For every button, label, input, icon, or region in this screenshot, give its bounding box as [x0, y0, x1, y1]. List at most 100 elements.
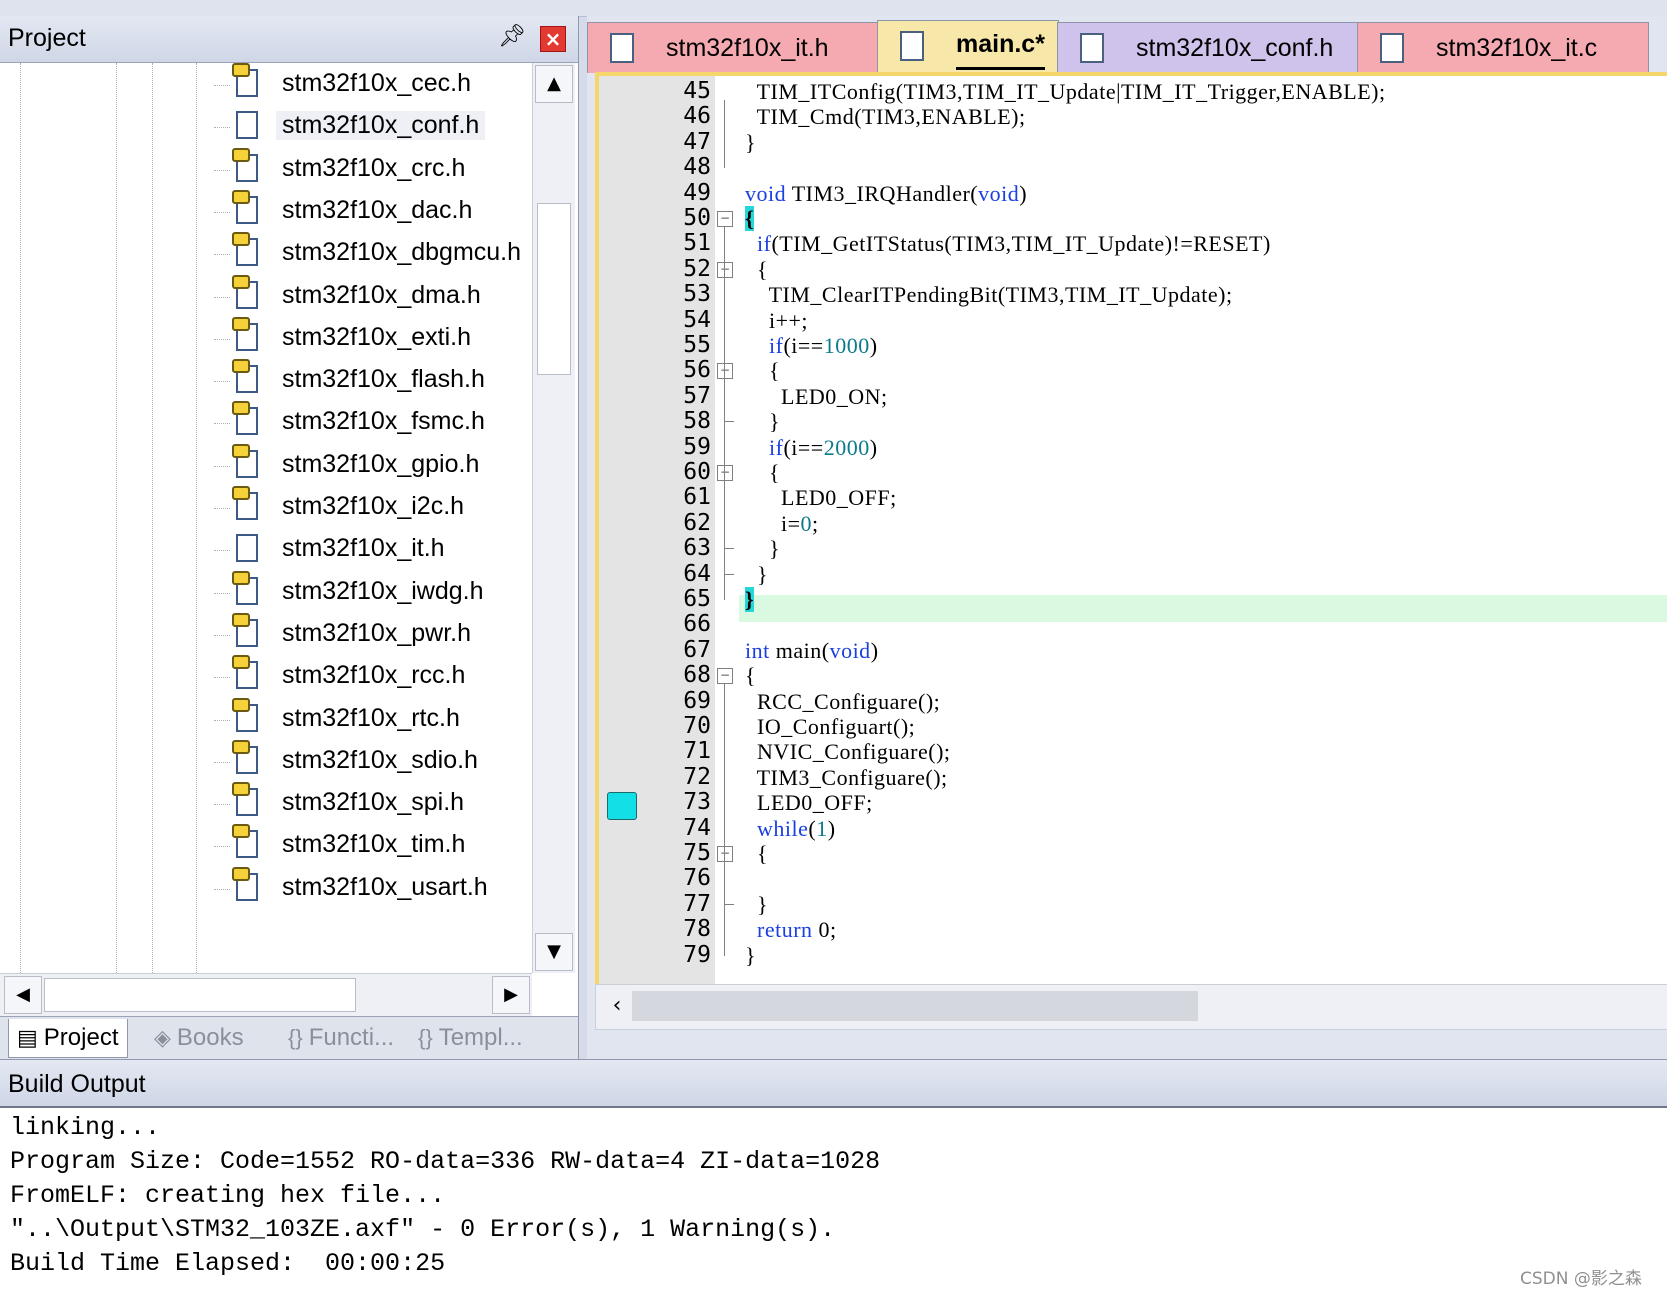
tree-item[interactable]: stm32f10x_cec.h	[214, 63, 530, 107]
code-line[interactable]: int main(void)	[745, 638, 879, 664]
books-icon: ◈	[154, 1025, 171, 1050]
scroll-up-icon[interactable]: ▲	[535, 65, 573, 103]
tree-item[interactable]: stm32f10x_fsmc.h	[214, 401, 530, 445]
code-line[interactable]: TIM_ITConfig(TIM3,TIM_IT_Update|TIM_IT_T…	[745, 79, 1386, 105]
tree-item[interactable]: stm32f10x_i2c.h	[214, 486, 530, 530]
tree-item[interactable]: stm32f10x_dma.h	[214, 274, 530, 319]
code-line[interactable]: LED0_OFF;	[745, 485, 897, 511]
tab-books[interactable]: ◈ Books	[146, 1019, 252, 1057]
tab-stm32f10x-conf-h[interactable]: stm32f10x_conf.h	[1057, 22, 1359, 73]
code-line[interactable]: }	[745, 943, 756, 969]
tree-item[interactable]: stm32f10x_rcc.h	[214, 655, 530, 699]
scroll-thumb[interactable]	[632, 991, 1198, 1021]
tree-item[interactable]: stm32f10x_tim.h	[214, 824, 530, 868]
scroll-down-icon[interactable]: ▼	[535, 933, 573, 971]
fold-toggle-icon[interactable]: −	[717, 261, 733, 278]
code-line[interactable]: {	[745, 257, 768, 283]
tree-item[interactable]: stm32f10x_conf.h	[214, 105, 530, 149]
code-line[interactable]: {	[745, 206, 755, 232]
code-line[interactable]: {	[745, 460, 780, 486]
code-line[interactable]: IO_Configuart();	[745, 714, 915, 740]
code-line[interactable]: {	[745, 663, 756, 689]
tree-item[interactable]: stm32f10x_gpio.h	[214, 443, 530, 488]
tree-item[interactable]: stm32f10x_dbgmcu.h	[214, 232, 530, 276]
file-icon	[1380, 33, 1404, 63]
scroll-right-icon[interactable]: ▶	[492, 976, 530, 1014]
tree-item[interactable]: stm32f10x_crc.h	[214, 147, 530, 192]
code-line[interactable]: NVIC_Configuare();	[745, 739, 951, 765]
tree-item[interactable]: stm32f10x_pwr.h	[214, 612, 530, 657]
code-line[interactable]: }	[745, 892, 768, 918]
code-line[interactable]: {	[745, 841, 768, 867]
code-line[interactable]: while(1)	[745, 816, 836, 842]
line-number: 76	[683, 865, 711, 892]
tab-templ[interactable]: {} Templ...	[410, 1019, 531, 1057]
code-text-area[interactable]: 45 TIM_ITConfig(TIM3,TIM_IT_Update|TIM_I…	[595, 72, 1667, 992]
tree-item[interactable]: stm32f10x_it.h	[214, 528, 530, 572]
project-panel-header: Project 📌︎ ×	[0, 16, 578, 63]
tab-stm32f10x-it-h[interactable]: stm32f10x_it.h	[587, 22, 879, 73]
tree-item[interactable]: stm32f10x_flash.h	[214, 359, 530, 403]
tree-item-label: stm32f10x_dac.h	[282, 195, 473, 224]
tab-functi[interactable]: {} Functi...	[280, 1019, 402, 1057]
tree-item[interactable]: stm32f10x_usart.h	[214, 866, 530, 911]
tab-main-c[interactable]: main.c*	[877, 20, 1059, 75]
scroll-left-icon[interactable]: ‹	[602, 989, 632, 1023]
editor-horizontal-scrollbar[interactable]: ‹	[595, 984, 1667, 1030]
code-line[interactable]: TIM3_Configuare();	[745, 765, 948, 791]
tab-label: Functi...	[308, 1024, 395, 1051]
project-icon: ▤	[17, 1025, 38, 1050]
tab-project[interactable]: ▤ Project	[8, 1019, 128, 1058]
code-line[interactable]: return 0;	[745, 917, 837, 943]
tree-connector	[214, 508, 230, 509]
pin-icon[interactable]: 📌︎	[498, 24, 526, 50]
code-line[interactable]: LED0_OFF;	[745, 790, 873, 816]
tree-item[interactable]: stm32f10x_spi.h	[214, 782, 530, 826]
header-file-key-icon	[232, 232, 258, 267]
tree-item[interactable]: stm32f10x_iwdg.h	[214, 570, 530, 615]
code-line[interactable]: i=0;	[745, 511, 819, 537]
code-line[interactable]: }	[745, 536, 780, 562]
project-panel-title: Project	[8, 24, 86, 52]
tree-item[interactable]: stm32f10x_rtc.h	[214, 697, 530, 742]
build-output-text[interactable]: linking... Program Size: Code=1552 RO-dat…	[10, 1111, 880, 1281]
code-line[interactable]: void TIM3_IRQHandler(void)	[745, 181, 1027, 207]
scroll-left-icon[interactable]: ◀	[4, 976, 42, 1014]
tab-stm32f10x-it-c[interactable]: stm32f10x_it.c	[1357, 22, 1649, 73]
code-line[interactable]: }	[745, 130, 756, 156]
code-line[interactable]: }	[745, 587, 755, 613]
fold-toggle-icon[interactable]: −	[717, 846, 733, 862]
code-line[interactable]: {	[745, 358, 780, 384]
close-icon[interactable]: ×	[540, 26, 566, 52]
header-file-icon	[236, 111, 258, 140]
bookmark-icon[interactable]	[607, 792, 637, 820]
header-file-key-icon	[232, 486, 258, 520]
tree-item[interactable]: stm32f10x_sdio.h	[214, 739, 530, 784]
code-line[interactable]: LED0_ON;	[745, 384, 888, 410]
code-line[interactable]: TIM_ClearITPendingBit(TIM3,TIM_IT_Update…	[745, 282, 1233, 308]
project-vertical-scrollbar[interactable]: ▲ ▼	[532, 63, 575, 973]
fold-toggle-icon[interactable]: −	[717, 668, 733, 685]
fold-toggle-icon[interactable]: −	[717, 465, 733, 481]
tab-label: Project	[43, 1024, 119, 1051]
line-number: 61	[683, 484, 711, 511]
project-horizontal-scrollbar[interactable]: ◀ ▶	[0, 973, 532, 1016]
tab-label: main.c*	[956, 21, 1045, 70]
code-line[interactable]: i++;	[745, 308, 808, 334]
code-line[interactable]: RCC_Configuare();	[745, 689, 940, 715]
tree-connector	[214, 550, 230, 552]
fold-toggle-icon[interactable]: −	[717, 211, 733, 227]
code-line[interactable]: if(TIM_GetITStatus(TIM3,TIM_IT_Update)!=…	[745, 231, 1271, 257]
fold-toggle-icon[interactable]: −	[717, 363, 733, 380]
tree-item[interactable]: stm32f10x_exti.h	[214, 316, 530, 361]
code-line[interactable]: if(i==1000)	[745, 333, 878, 359]
tree-item-label: stm32f10x_it.h	[282, 534, 445, 563]
code-line[interactable]: }	[745, 562, 768, 588]
scroll-thumb[interactable]	[537, 203, 571, 375]
scroll-thumb[interactable]	[44, 978, 356, 1012]
tree-item[interactable]: stm32f10x_dac.h	[214, 189, 530, 234]
code-line[interactable]: if(i==2000)	[745, 435, 878, 461]
line-number: 52	[683, 255, 711, 282]
code-line[interactable]: }	[745, 409, 780, 435]
code-line[interactable]: TIM_Cmd(TIM3,ENABLE);	[745, 104, 1026, 130]
